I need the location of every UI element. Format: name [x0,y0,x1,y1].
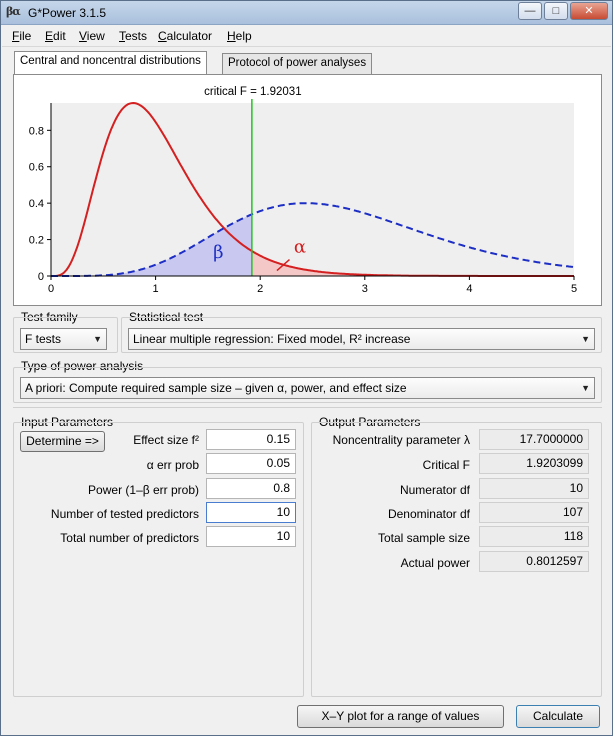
tab-distributions[interactable]: Central and noncentral distributions [14,51,207,74]
beta-label: β [213,242,223,263]
distribution-plot-panel: 0 1 2 3 4 5 0 0.2 0.4 0.6 0.8 critical F = 1.92031… [13,74,602,306]
maximize-button[interactable]: □ [544,2,568,20]
statistical-test-select[interactable]: Linear multiple regression: Fixed model,… [128,328,595,350]
chevron-down-icon: ▼ [581,334,590,344]
total-sample-size-label: Total sample size [377,531,470,545]
calculate-button[interactable]: Calculate [516,705,600,728]
actual-power-label: Actual power [400,556,470,570]
menu-view[interactable]: View [79,29,105,43]
menu-edit[interactable]: Edit [45,29,66,43]
y-tick-label: 0 [38,271,44,283]
menu-tests[interactable]: Tests [119,29,147,43]
y-tick-label: 0.2 [29,235,44,247]
numerator-df-value: 10 [479,478,589,499]
noncentrality-label: Noncentrality parameter λ [332,433,470,447]
y-tick-label: 0.4 [29,198,44,210]
x-tick-label: 5 [571,283,577,295]
menu-file[interactable]: File [12,29,31,43]
title-bar[interactable]: βα G*Power 3.1.5 — □ ✕ [1,1,612,25]
power-label: Power (1–β err prob) [88,483,199,497]
total-sample-size-value: 118 [479,526,589,547]
alpha-err-prob-field[interactable]: 0.05 [206,453,296,474]
analysis-type-select[interactable]: A priori: Compute required sample size –… [20,377,595,399]
close-button[interactable]: ✕ [570,2,608,20]
effect-size-label: Effect size f² [133,433,199,447]
plot-background [51,103,574,276]
separator [13,407,602,408]
gpower-app-icon: βα [6,5,21,18]
total-predictors-field[interactable]: 10 [206,526,296,547]
total-predictors-label: Total number of predictors [60,531,199,545]
x-tick-label: 2 [257,283,263,295]
menu-bar: File Edit View Tests Calculator Help [2,26,611,47]
menu-help[interactable]: Help [227,29,252,43]
denominator-df-value: 107 [479,502,589,523]
critical-f-output-label: Critical F [422,458,470,472]
test-family-select[interactable]: F tests ▼ [20,328,107,350]
x-tick-label: 0 [48,283,54,295]
critical-f-label: critical F = 1.92031 [204,86,301,98]
x-tick-label: 3 [362,283,368,295]
power-field[interactable]: 0.8 [206,478,296,499]
alpha-label: α [294,236,306,257]
determine-button[interactable]: Determine => [20,431,105,452]
numerator-df-label: Numerator df [399,483,470,497]
y-tick-label: 0.8 [29,125,44,137]
x-tick-label: 4 [466,283,472,295]
tested-predictors-label: Number of tested predictors [50,507,199,521]
window-title: G*Power 3.1.5 [28,6,107,20]
y-tick-label: 0.6 [29,162,44,174]
noncentrality-value: 17.7000000 [479,429,589,450]
xy-plot-button[interactable]: X–Y plot for a range of values [297,705,504,728]
minimize-button[interactable]: — [518,2,542,20]
x-tick-label: 1 [153,283,159,295]
distribution-chart: 0 1 2 3 4 5 0 0.2 0.4 0.6 0.8 critical F = 1.92031… [29,86,577,295]
menu-calculator[interactable]: Calculator [158,29,212,43]
chevron-down-icon: ▼ [93,334,102,344]
alpha-err-prob-label: α err prob [146,458,199,472]
denominator-df-label: Denominator df [387,507,470,521]
effect-size-field[interactable]: 0.15 [206,429,296,450]
chevron-down-icon: ▼ [581,383,590,393]
actual-power-value: 0.8012597 [479,551,589,572]
tab-protocol[interactable]: Protocol of power analyses [222,53,373,74]
tested-predictors-field[interactable]: 10 [206,502,296,523]
critical-f-value: 1.9203099 [479,453,589,474]
app-window: βα G*Power 3.1.5 — □ ✕ File Edit View Te… [0,0,613,736]
